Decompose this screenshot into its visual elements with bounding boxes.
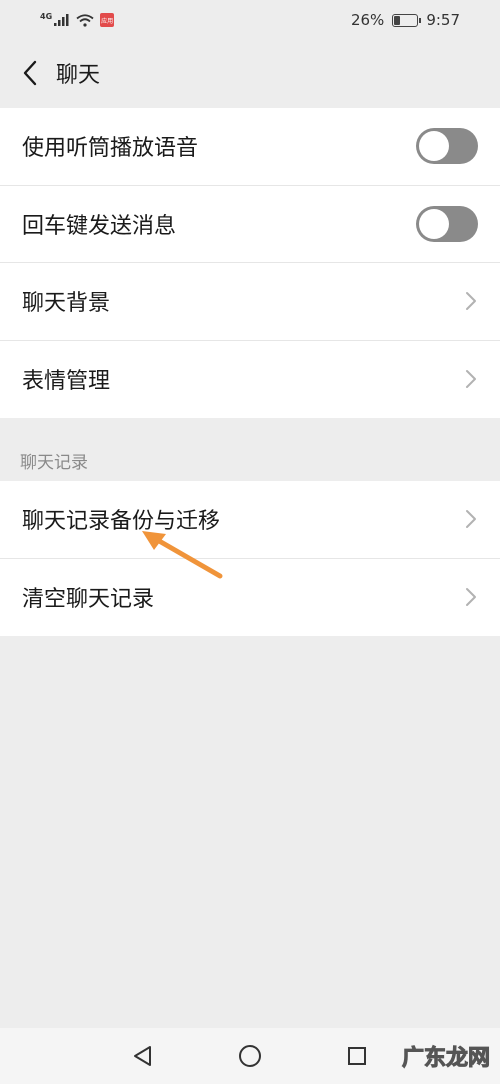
system-recents-button[interactable] xyxy=(344,1043,370,1069)
wifi-icon xyxy=(76,13,94,27)
toggle-knob xyxy=(419,208,449,239)
signal-icon xyxy=(54,14,69,26)
status-bar: 4G 应用 26% 9:57 xyxy=(0,0,500,40)
nav-bar: 聊天 xyxy=(0,40,500,106)
setting-label: 表情管理 xyxy=(22,369,111,395)
chevron-right-icon xyxy=(466,588,476,607)
app-notification-icon: 应用 xyxy=(100,13,115,27)
triangle-back-icon xyxy=(134,1046,151,1066)
back-arrow-icon xyxy=(23,60,37,86)
battery-icon xyxy=(392,13,422,27)
chevron-right-icon xyxy=(466,292,476,311)
system-back-button[interactable] xyxy=(130,1043,156,1069)
setting-label: 聊天背景 xyxy=(22,291,111,317)
status-left: 4G 应用 xyxy=(40,11,115,27)
circle-home-icon xyxy=(239,1045,261,1067)
settings-group-general: 使用听筒播放语音 回车键发送消息 聊天背景 表情管理 xyxy=(0,108,500,418)
setting-label: 回车键发送消息 xyxy=(22,213,177,239)
battery-percent: 26% xyxy=(350,11,385,29)
back-button[interactable] xyxy=(16,53,44,93)
page-title: 聊天 xyxy=(56,63,101,88)
chevron-right-icon xyxy=(466,510,476,529)
toggle-knob xyxy=(419,131,449,162)
setting-row-earpiece-voice[interactable]: 使用听筒播放语音 xyxy=(0,108,500,186)
setting-label: 使用听筒播放语音 xyxy=(22,136,199,162)
setting-row-sticker-management[interactable]: 表情管理 xyxy=(0,341,500,419)
status-right: 26% 9:57 xyxy=(351,11,460,29)
system-home-button[interactable] xyxy=(237,1043,263,1069)
clock: 9:57 xyxy=(426,11,460,29)
square-recents-icon xyxy=(348,1047,366,1065)
battery-fill xyxy=(394,15,401,25)
setting-row-backup-migrate[interactable]: 聊天记录备份与迁移 xyxy=(0,481,500,559)
settings-group-chat-history: 聊天记录备份与迁移 清空聊天记录 xyxy=(0,481,500,636)
setting-label: 清空聊天记录 xyxy=(22,587,155,613)
enter-to-send-toggle[interactable] xyxy=(416,205,478,242)
chevron-right-icon xyxy=(466,370,476,389)
setting-row-enter-to-send[interactable]: 回车键发送消息 xyxy=(0,186,500,263)
setting-row-clear-history[interactable]: 清空聊天记录 xyxy=(0,559,500,637)
earpiece-voice-toggle[interactable] xyxy=(416,128,478,165)
section-header-chat-history: 聊天记录 xyxy=(20,453,88,473)
setting-row-chat-background[interactable]: 聊天背景 xyxy=(0,263,500,341)
network-type: 4G xyxy=(40,11,53,21)
watermark: 广东龙网 xyxy=(401,1046,490,1072)
annotation-arrow-icon xyxy=(142,531,223,579)
